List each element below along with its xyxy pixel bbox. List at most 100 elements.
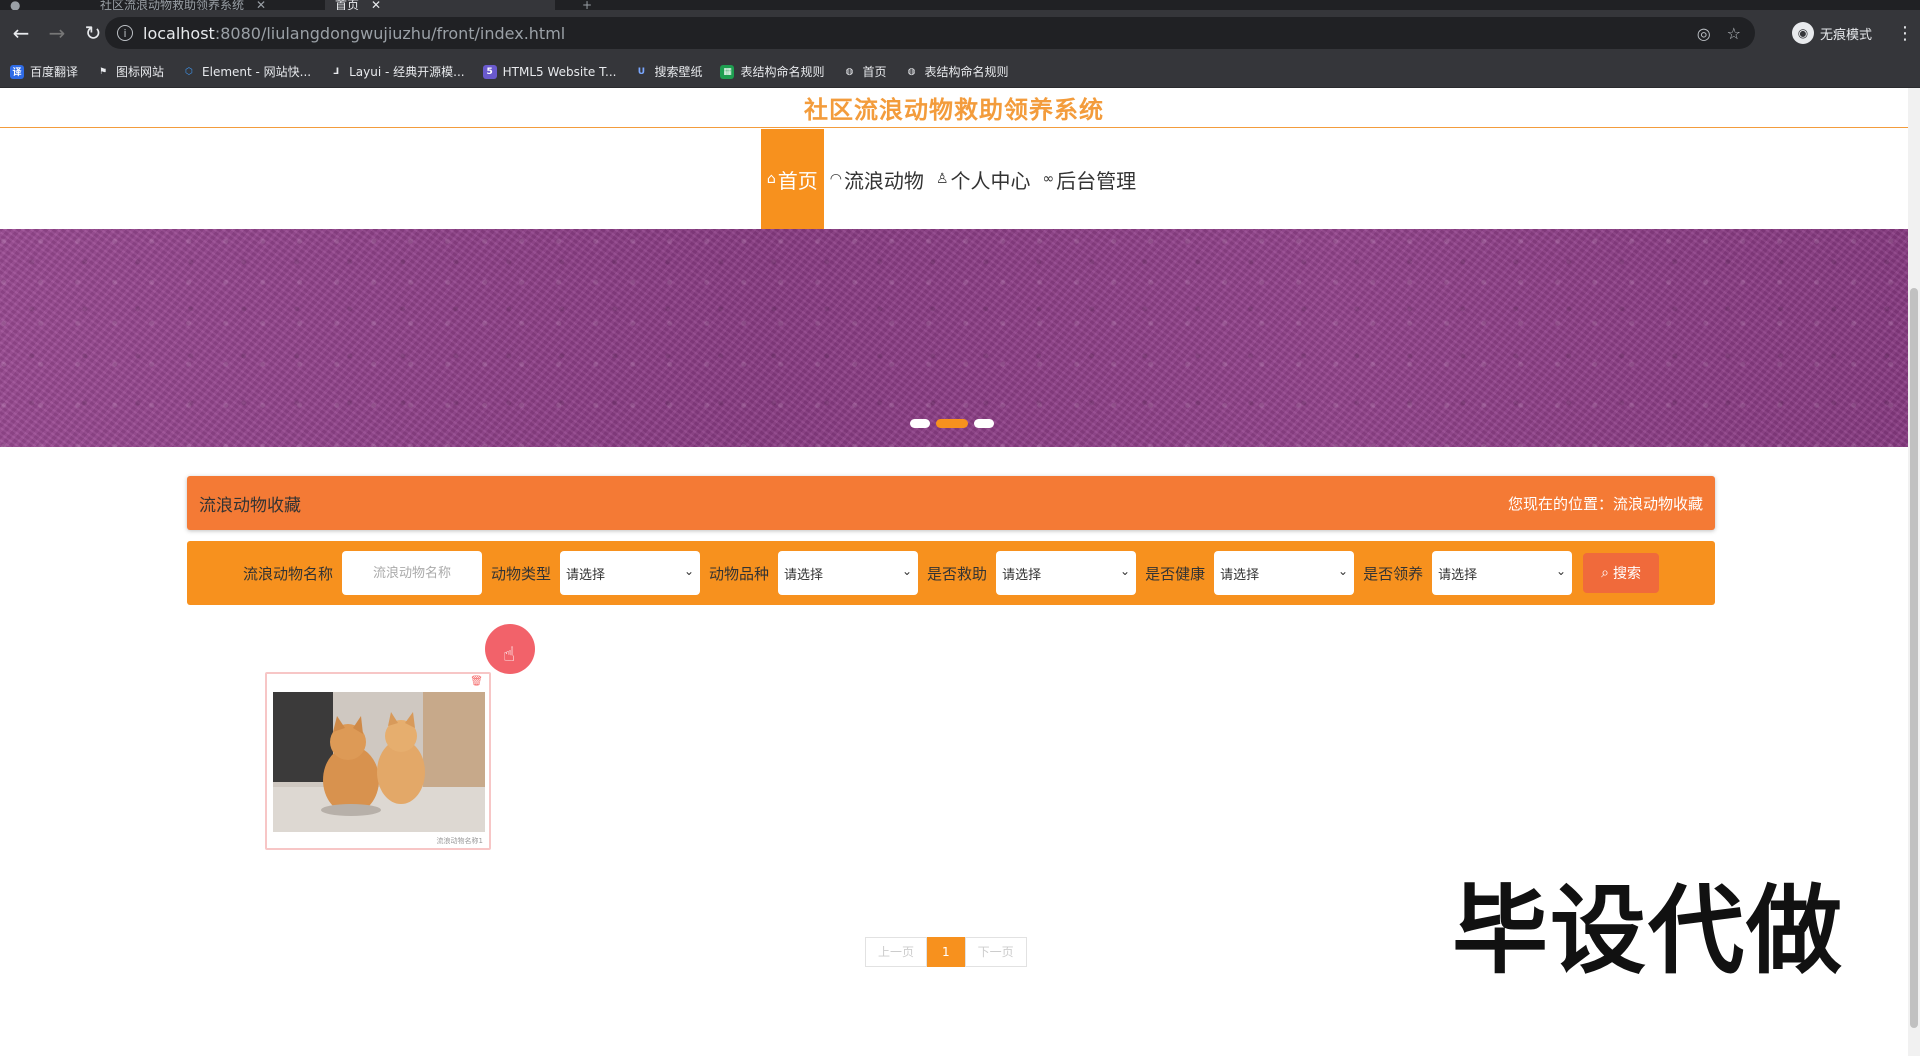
scrollbar-thumb[interactable]	[1910, 288, 1918, 1028]
dashboard-icon: ◠	[829, 171, 842, 187]
bookmark-label: 百度翻译	[30, 65, 79, 79]
bookmark-label: 表结构命名规则	[924, 65, 1009, 79]
carousel-dot-active[interactable]	[936, 419, 968, 428]
search-button-label: 搜索	[1613, 566, 1642, 582]
prev-page-button[interactable]: 上一页	[865, 937, 928, 967]
browser-menu-icon[interactable]: ⋮	[1896, 10, 1914, 56]
bookmark-label: 搜索壁纸	[654, 65, 703, 79]
section-title: 流浪动物收藏	[199, 495, 301, 516]
address-bar[interactable]: i localhost:8080/liulangdongwujiuzhu/fro…	[105, 17, 1755, 49]
tab-system[interactable]: 社区流浪动物救助领养系统 ✕	[90, 0, 310, 10]
bookmark-label: 首页	[862, 65, 887, 79]
carousel-indicators	[910, 419, 994, 428]
filter-label: 动物品种	[709, 564, 770, 583]
nav-stray-animals[interactable]: ◠ 流浪动物	[824, 129, 930, 229]
search-button[interactable]: ⌕ 搜索	[1583, 553, 1660, 593]
next-page-button[interactable]: 下一页	[964, 937, 1027, 967]
delete-icon[interactable]: 🗑	[470, 676, 483, 687]
select-value: 请选择	[1002, 567, 1042, 583]
card-caption: 流浪动物名称1	[436, 837, 483, 845]
breadcrumb-bar: 流浪动物收藏 您现在的位置：流浪动物收藏	[187, 476, 1715, 530]
chevron-down-icon: ⌄	[901, 564, 913, 578]
close-tab-icon[interactable]: ✕	[371, 0, 381, 10]
sheet-icon: ▦	[720, 64, 735, 79]
nav-label: 首页	[777, 168, 818, 193]
tab-label: 社区流浪动物救助领养系统	[100, 0, 245, 10]
carousel-dot[interactable]	[974, 419, 994, 428]
filter-label: 是否领养	[1363, 564, 1424, 583]
profile-label: 无痕模式	[1820, 27, 1873, 43]
globe-icon: ◍	[845, 66, 854, 77]
bookmark-item[interactable]: ▦ 表结构命名规则	[720, 63, 824, 80]
bookmark-item[interactable]: ⚑ 图标网站	[96, 63, 164, 80]
element-icon: ⬡	[185, 66, 193, 77]
layui-icon: ⅃	[333, 66, 339, 77]
filter-label: 是否救助	[927, 564, 988, 583]
url-host: localhost	[143, 23, 215, 43]
banner-carousel[interactable]	[0, 229, 1908, 447]
link-icon: ∞	[1042, 171, 1055, 187]
tab-home[interactable]: 首页 ✕	[325, 0, 555, 10]
bookmark-label: 图标网站	[116, 65, 165, 79]
healthy-select[interactable]: 请选择 ⌄	[1214, 551, 1355, 595]
tracking-off-icon[interactable]: ◎	[1697, 24, 1711, 43]
nav-admin[interactable]: ∞ 后台管理	[1037, 129, 1143, 229]
bookmark-item[interactable]: 译百度翻译	[10, 63, 78, 80]
bookmark-star-icon[interactable]: ☆	[1727, 24, 1741, 43]
name-search-input[interactable]	[342, 551, 483, 595]
two-orange-cats-image	[273, 692, 485, 832]
bookmark-item[interactable]: U 搜索壁纸	[634, 63, 703, 80]
bookmark-label: Layui - 经典开源模...	[349, 65, 465, 79]
site-header: 社区流浪动物救助领养系统	[0, 88, 1908, 128]
animal-type-select[interactable]: 请选择 ⌄	[560, 551, 701, 595]
flag-icon: ⚑	[98, 66, 108, 77]
adopted-select[interactable]: 请选择 ⌄	[1432, 551, 1573, 595]
back-icon[interactable]: ←	[6, 18, 36, 48]
rescued-select[interactable]: 请选择 ⌄	[996, 551, 1137, 595]
tab-label: 首页	[335, 0, 360, 10]
forward-icon[interactable]: →	[42, 18, 72, 48]
pagination: 上一页 1 下一页	[865, 937, 1027, 967]
carousel-dot[interactable]	[910, 419, 930, 428]
globe-icon: ◍	[907, 66, 916, 77]
browser-tab-bar: ● 社区流浪动物救助领养系统 ✕ 首页 ✕ +	[0, 0, 1920, 10]
chevron-down-icon: ⌄	[1338, 564, 1349, 578]
incognito-profile[interactable]: ◉ 无痕模式	[1792, 10, 1872, 56]
url-path: :8080/liulangdongwujiuzhu/front/index.ht…	[214, 23, 566, 43]
bookmark-label: HTML5 Website T...	[502, 64, 617, 79]
nav-personal-center[interactable]: ♙ 个人中心	[930, 129, 1037, 229]
watermark-text: 毕设代做	[1452, 875, 1844, 987]
new-tab-icon[interactable]: +	[572, 0, 602, 10]
select-value: 请选择	[566, 567, 606, 583]
nav-label: 后台管理	[1056, 168, 1137, 193]
animal-photo	[273, 692, 485, 832]
wallpaper-icon: U	[637, 66, 646, 77]
bookmark-item[interactable]: 5 HTML5 Website T...	[482, 64, 617, 79]
nav-label: 个人中心	[950, 168, 1031, 193]
cursor-highlight: ☝	[485, 624, 535, 674]
bookmark-label: Element - 网站快...	[202, 65, 312, 79]
select-value: 请选择	[784, 567, 824, 583]
close-tab-icon[interactable]: ✕	[256, 0, 266, 10]
info-icon[interactable]: i	[117, 25, 133, 41]
reload-icon[interactable]: ↻	[78, 18, 108, 48]
bookmark-item[interactable]: ◍ 表结构命名规则	[905, 63, 1009, 80]
bookmark-item[interactable]: ◍ 首页	[842, 63, 887, 80]
incognito-icon: ◉	[1792, 22, 1814, 44]
animal-breed-select[interactable]: 请选择 ⌄	[778, 551, 919, 595]
omnibox-actions: ◎ ☆	[1697, 17, 1741, 49]
hand-cursor-icon: ☝	[503, 642, 516, 666]
page: 社区流浪动物救助领养系统 ⌂ 首页 ◠ 流浪动物 ♙ 个人中心 ∞ 后台管理 流浪动物收…	[0, 88, 1908, 1056]
page-scrollbar[interactable]	[1908, 88, 1920, 1056]
collection-card[interactable]: 🗑 流浪动物名称1	[265, 672, 491, 850]
bookmarks-bar: 译百度翻译 ⚑ 图标网站 ⬡ Element - 网站快... ⅃ Layui - 经…	[0, 56, 1920, 88]
select-value: 请选择	[1220, 567, 1260, 583]
chevron-down-icon: ⌄	[1120, 564, 1131, 578]
page-number-button[interactable]: 1	[927, 937, 965, 967]
nav-home[interactable]: ⌂ 首页	[760, 129, 824, 229]
breadcrumb: 您现在的位置：流浪动物收藏	[1507, 494, 1703, 513]
bookmark-item[interactable]: ⅃ Layui - 经典开源模...	[329, 63, 464, 80]
bookmark-item[interactable]: ⬡ Element - 网站快...	[182, 63, 311, 80]
nav-label: 流浪动物	[843, 168, 924, 193]
translate-icon: 译	[10, 64, 24, 79]
